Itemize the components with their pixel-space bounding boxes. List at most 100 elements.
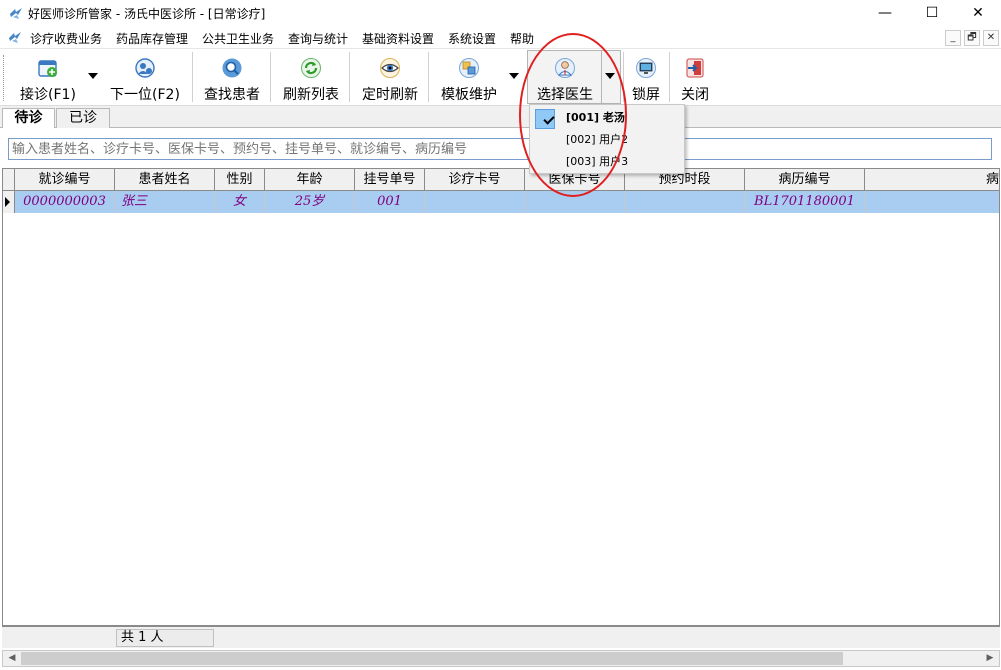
scroll-thumb[interactable] [21, 652, 843, 665]
exit-icon [686, 58, 704, 78]
template-maintenance-label: 模板维护 [441, 87, 497, 103]
toolbar-grip[interactable] [3, 55, 6, 101]
toolbar-separator [192, 52, 193, 102]
doctor-menu-item[interactable]: [003] 用户3 [532, 151, 683, 173]
close-module-button[interactable]: 关闭 [675, 50, 715, 104]
cell-insurance-no[interactable] [525, 191, 625, 213]
close-window-button[interactable]: ✕ [955, 0, 1001, 26]
close-module-label: 关闭 [681, 87, 709, 103]
cell-reg-no[interactable]: 001 [355, 191, 425, 213]
timed-refresh-label: 定时刷新 [362, 87, 418, 103]
calendar-add-icon [38, 60, 57, 77]
select-doctor-split [601, 51, 602, 103]
timed-refresh-button[interactable]: 定时刷新 [356, 50, 424, 104]
accept-patient-label: 接诊(F1) [20, 87, 76, 103]
grid-footer: 共 1 人 [2, 626, 1000, 648]
patient-tabs: 待诊 已诊 [0, 106, 1001, 130]
col-card-no[interactable]: 诊疗卡号 [425, 169, 525, 190]
mdi-restore-button[interactable]: 🗗 [964, 30, 980, 46]
doctor-menu-item[interactable]: [002] 用户2 [532, 129, 683, 151]
window-title: 好医师诊所管家 - 汤氏中医诊所 - [日常诊疗] [28, 7, 266, 21]
template-icon [459, 58, 479, 78]
title-bar: 好医师诊所管家 - 汤氏中医诊所 - [日常诊疗] — ☐ ✕ [0, 0, 1001, 26]
refresh-list-button[interactable]: 刷新列表 [278, 50, 344, 104]
tab-waiting[interactable]: 待诊 [2, 108, 55, 130]
doctor-menu-label: [001] 老汤 [566, 111, 625, 124]
cell-patient-name[interactable]: 张三 [115, 191, 215, 213]
next-patient-button[interactable]: 下一位(F2) [104, 50, 186, 104]
col-extra[interactable]: 病 [865, 169, 999, 190]
find-patient-label: 查找患者 [204, 87, 260, 103]
app-menu-icon[interactable] [7, 29, 23, 45]
minimize-button[interactable]: — [862, 0, 908, 26]
cell-extra[interactable] [865, 191, 999, 213]
col-visit-no[interactable]: 就诊编号 [15, 169, 115, 190]
col-reg-no[interactable]: 挂号单号 [355, 169, 425, 190]
refresh-list-label: 刷新列表 [283, 87, 339, 103]
accept-patient-dropdown-icon[interactable] [87, 71, 99, 81]
mdi-minimize-button[interactable]: _ [945, 30, 961, 46]
patient-count: 共 1 人 [116, 629, 214, 647]
find-patient-button[interactable]: 查找患者 [198, 50, 266, 104]
cell-card-no[interactable] [425, 191, 525, 213]
patient-grid: 就诊编号 患者姓名 性别 年龄 挂号单号 诊疗卡号 医保卡号 预约时段 病历编号… [2, 168, 1000, 626]
select-doctor-button[interactable]: 选择医生 [530, 50, 600, 104]
monitor-lock-icon [636, 58, 656, 78]
search-icon [222, 58, 242, 78]
cell-record-no[interactable]: BL1701180001 [745, 191, 865, 213]
checkmark-icon [543, 113, 555, 125]
col-record-no[interactable]: 病历编号 [745, 169, 865, 190]
cell-age[interactable]: 25岁 [265, 191, 355, 213]
template-dropdown-icon[interactable] [508, 71, 520, 81]
refresh-icon [301, 58, 321, 78]
menu-system-settings[interactable]: 系统设置 [448, 30, 496, 47]
doctor-menu-item[interactable]: [001] 老汤 [532, 107, 683, 129]
doctor-menu-label: [002] 用户2 [566, 133, 629, 146]
template-maintenance-button[interactable]: 模板维护 [436, 50, 502, 104]
menu-public-health[interactable]: 公共卫生业务 [202, 30, 274, 47]
doctor-dropdown-menu: [001] 老汤 [002] 用户2 [003] 用户3 [529, 104, 685, 174]
checkmark-background [535, 109, 555, 129]
toolbar-separator [349, 52, 350, 102]
lock-screen-label: 锁屏 [632, 87, 660, 103]
row-indicator [3, 191, 15, 213]
header-corner [3, 169, 15, 190]
grid-header: 就诊编号 患者姓名 性别 年龄 挂号单号 诊疗卡号 医保卡号 预约时段 病历编号… [3, 169, 999, 191]
eye-icon [380, 58, 400, 78]
cell-gender[interactable]: 女 [215, 191, 265, 213]
menu-clinic-billing[interactable]: 诊疗收费业务 [30, 30, 102, 47]
lock-screen-button[interactable]: 锁屏 [627, 50, 665, 104]
scroll-right-icon[interactable]: ▶ [982, 651, 998, 666]
app-logo-icon [10, 8, 22, 19]
patient-search-input[interactable] [8, 138, 992, 160]
maximize-button[interactable]: ☐ [909, 0, 955, 26]
col-patient-name[interactable]: 患者姓名 [115, 169, 215, 190]
table-row[interactable]: 0000000003 张三 女 25岁 001 BL1701180001 [3, 191, 999, 213]
menu-query-stats[interactable]: 查询与统计 [288, 30, 348, 47]
cell-visit-no[interactable]: 0000000003 [15, 191, 115, 213]
mdi-close-button[interactable]: ✕ [983, 30, 999, 46]
scroll-left-icon[interactable]: ◀ [4, 651, 20, 666]
horizontal-scrollbar[interactable]: ◀ ▶ [2, 650, 1000, 667]
toolbar-separator [270, 52, 271, 102]
cell-appointment[interactable] [625, 191, 745, 213]
menu-basic-data[interactable]: 基础资料设置 [362, 30, 434, 47]
tab-done[interactable]: 已诊 [56, 108, 110, 129]
col-age[interactable]: 年龄 [265, 169, 355, 190]
toolbar-separator [428, 52, 429, 102]
current-row-arrow-icon [5, 197, 10, 207]
search-area [0, 128, 1001, 168]
accept-patient-button[interactable]: 接诊(F1) [12, 50, 84, 104]
menu-help[interactable]: 帮助 [510, 30, 534, 47]
user-next-icon [135, 58, 155, 78]
select-doctor-dropdown-icon[interactable] [604, 71, 616, 81]
next-patient-label: 下一位(F2) [110, 87, 180, 103]
menu-drug-inventory[interactable]: 药品库存管理 [116, 30, 188, 47]
menu-bar: 诊疗收费业务 药品库存管理 公共卫生业务 查询与统计 基础资料设置 系统设置 帮… [0, 27, 1001, 48]
toolbar-separator [669, 52, 670, 102]
doctor-icon [555, 58, 575, 78]
select-doctor-label: 选择医生 [537, 87, 593, 103]
toolbar-separator [623, 52, 624, 102]
col-gender[interactable]: 性别 [215, 169, 265, 190]
doctor-menu-label: [003] 用户3 [566, 155, 629, 168]
